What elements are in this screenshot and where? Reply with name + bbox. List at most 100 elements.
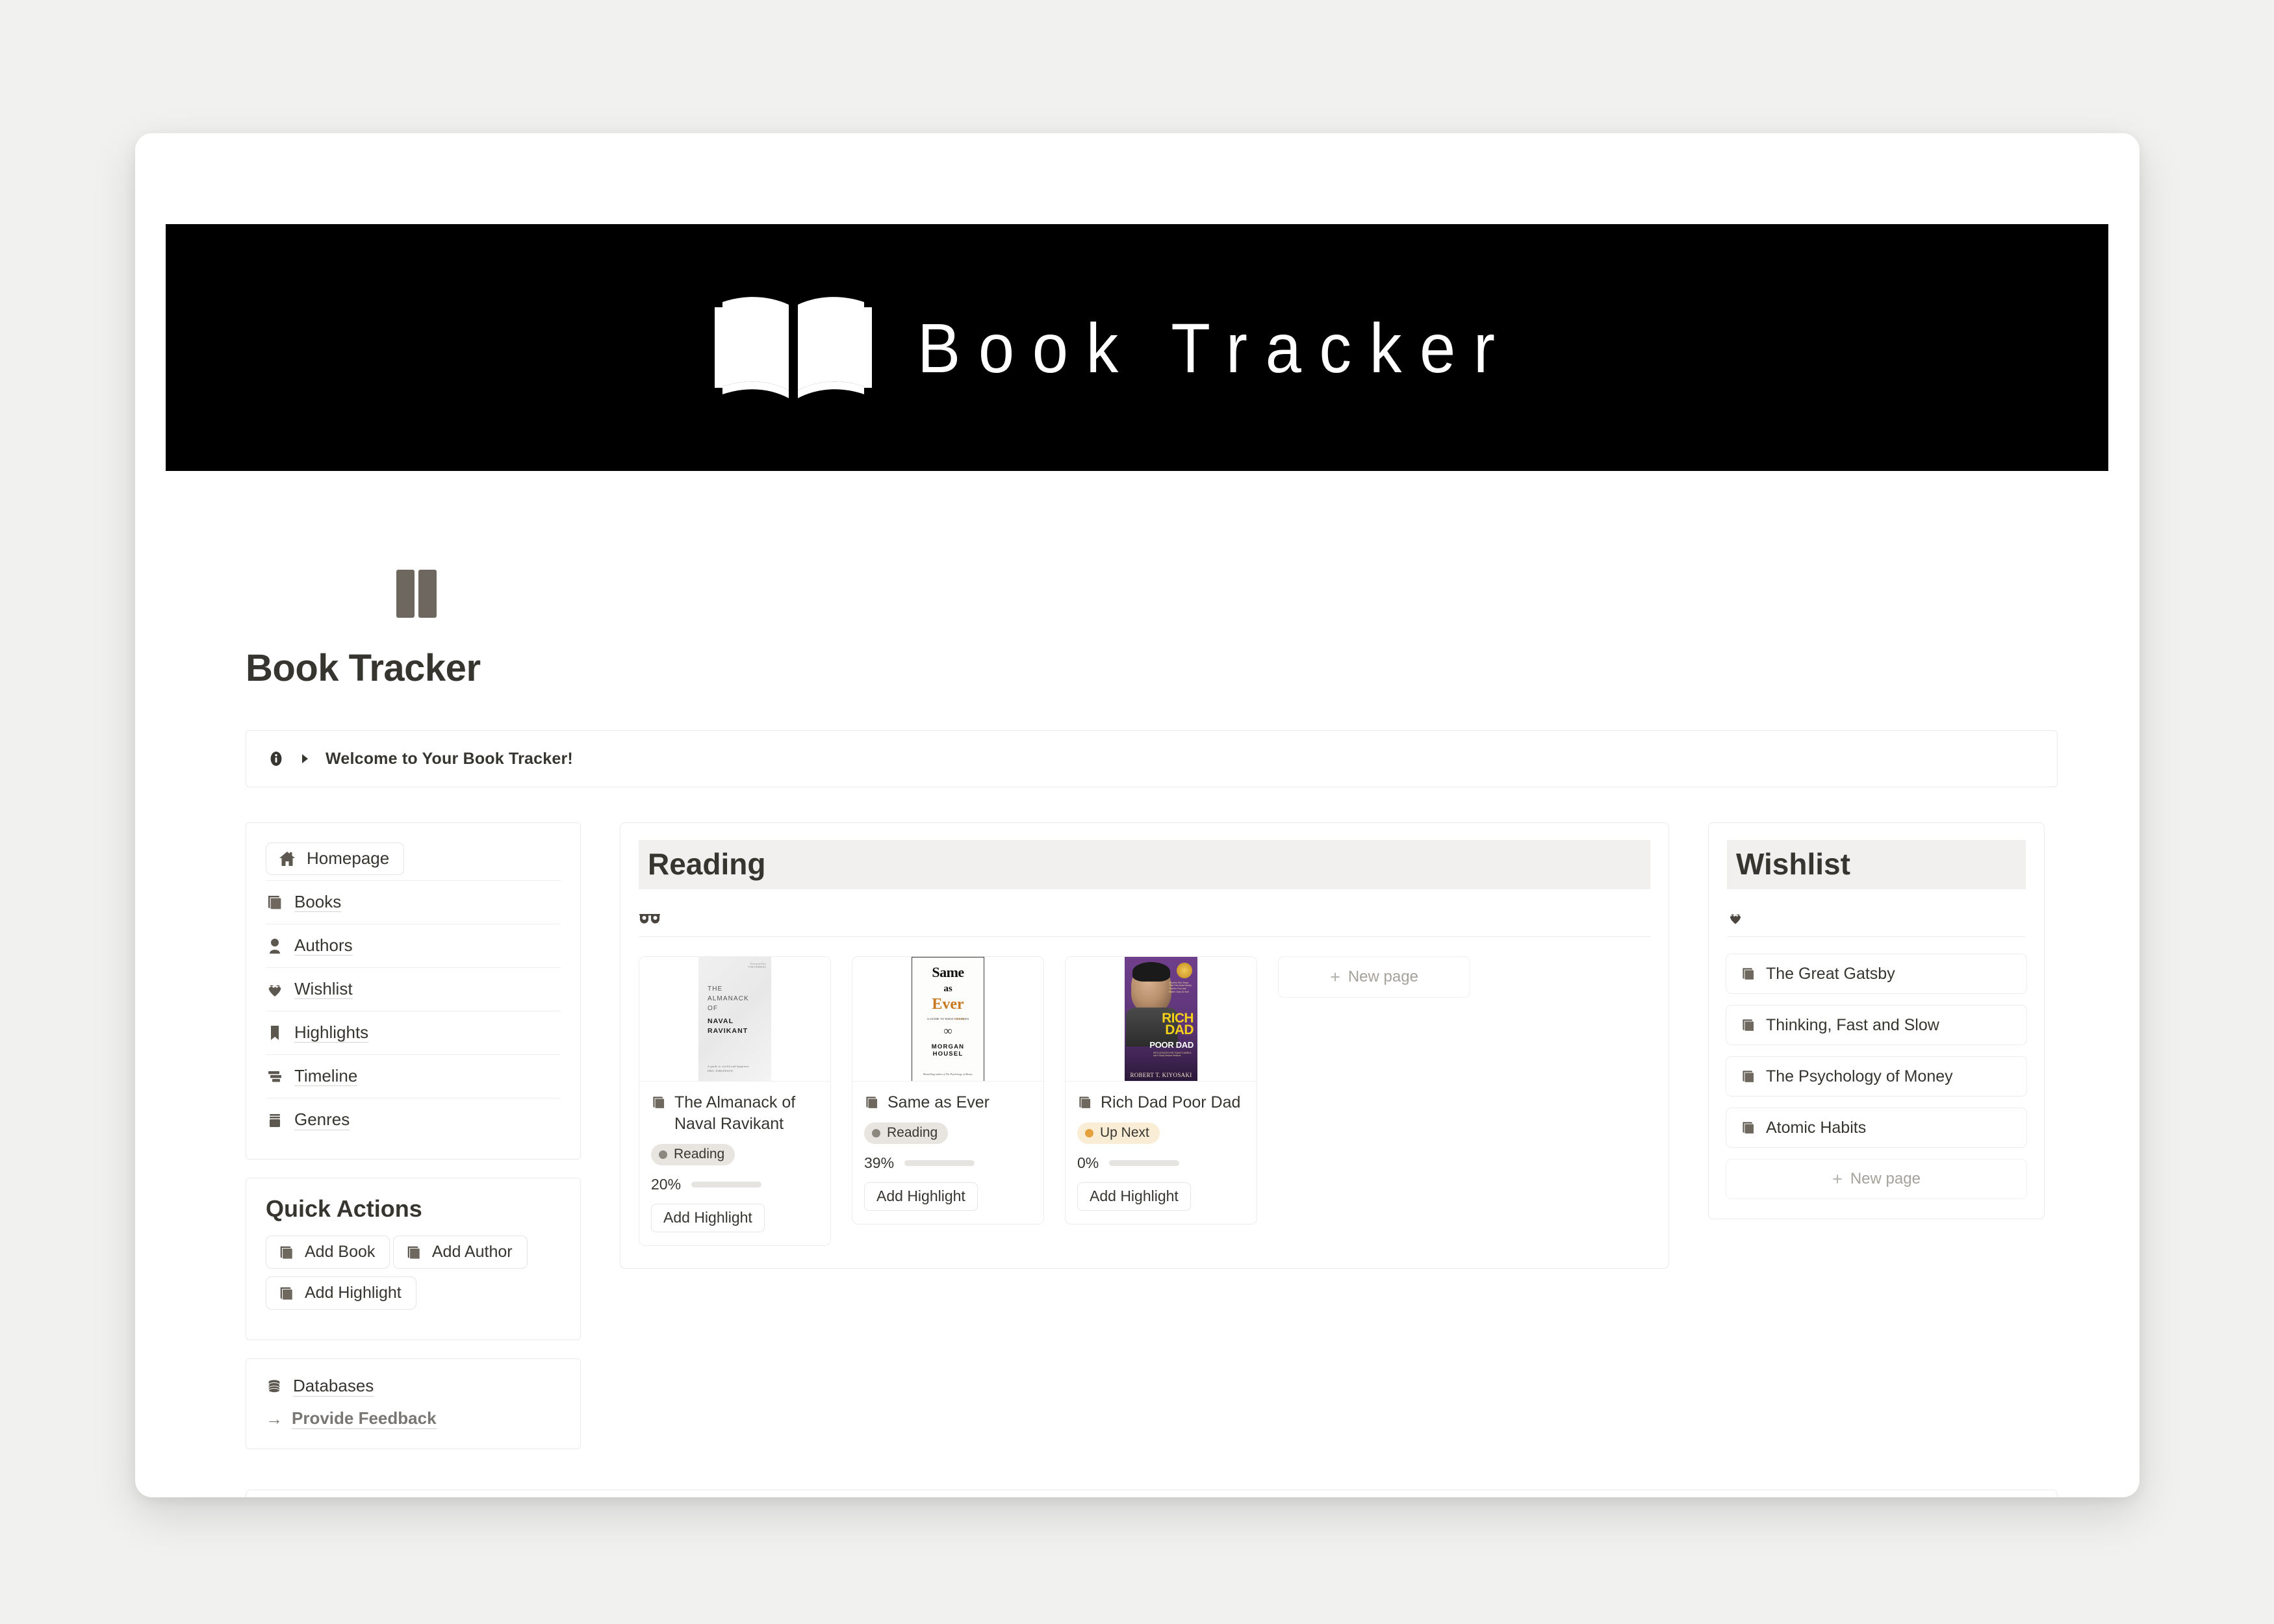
right-column: Wishlist The Great Gatsby Thinking, Fast… [1708, 822, 2045, 1219]
book-card[interactable]: Foreword by TIM FERRISS THE ALMANACK OF NAV… [639, 956, 831, 1246]
wishlist-item-label: The Great Gatsby [1766, 964, 1895, 983]
sidebar-item-label: Wishlist [294, 978, 353, 1000]
list-item[interactable]: The Great Gatsby [1726, 954, 2027, 994]
progress-track [904, 1160, 975, 1166]
wishlist-heading: Wishlist [1727, 840, 2026, 889]
cover-art-rich-dad: What the Rich Teach Their Kids About Mone… [1125, 957, 1197, 1081]
book-card[interactable]: Same as Ever A GUIDE TO WHAT NEVER CHANG… [852, 956, 1044, 1224]
list-item[interactable]: The Psychology of Money [1726, 1056, 2027, 1097]
book-cover: What the Rich Teach Their Kids About Mone… [1066, 957, 1257, 1082]
sidebar-item-genres[interactable]: Genres [266, 1098, 561, 1142]
databases-label: Databases [293, 1376, 374, 1397]
book-icon [280, 1287, 293, 1300]
progress-label: 0% [1077, 1154, 1099, 1171]
wishlist-item-label: Thinking, Fast and Slow [1766, 1015, 1939, 1034]
sidebar-item-label: Homepage [307, 848, 390, 869]
cover-art-same-as-ever: Same as Ever A GUIDE TO WHAT NEVER CHANG… [912, 957, 984, 1081]
add-highlight-label: Add Highlight [305, 1284, 402, 1302]
status-label: Reading [674, 1147, 725, 1161]
navigation-panel: Homepage Books Authors Wishlist Highligh… [246, 822, 581, 1160]
database-icon [268, 1380, 280, 1393]
book-icon [1743, 1122, 1755, 1134]
callout-text: Welcome to Your Book Tracker! [326, 749, 573, 768]
list-item[interactable]: Atomic Habits [1726, 1108, 2027, 1148]
book-title: The Almanack of Naval Ravikant [674, 1093, 796, 1133]
page-cover-banner: Book Tracker [166, 224, 2108, 471]
quick-actions-panel: Quick Actions Add Book Add Author Add Hi… [246, 1178, 581, 1340]
progress-track [1109, 1160, 1180, 1166]
wishlist-item-label: The Psychology of Money [1766, 1067, 1953, 1085]
sidebar-item-label: Authors [294, 935, 353, 956]
collapsed-triangle-icon[interactable] [298, 752, 311, 765]
wishlist-items: The Great Gatsby Thinking, Fast and Slow [1709, 937, 2044, 1219]
wishlist-view-tabs[interactable] [1709, 889, 2044, 932]
databases-link[interactable]: Databases [266, 1376, 561, 1397]
sidebar-item-wishlist[interactable]: Wishlist [266, 968, 561, 1011]
sidebar-item-authors[interactable]: Authors [266, 924, 561, 968]
sidebar-item-label: Highlights [294, 1022, 369, 1043]
book-card[interactable]: What the Rich Teach Their Kids About Mone… [1065, 956, 1257, 1224]
middle-column: Reading Foreword by TIM FERRISS THE ALMA… [620, 822, 1669, 1269]
heart-gallery-icon[interactable] [1727, 910, 1744, 926]
book-icon [1743, 1071, 1755, 1083]
reading-heading: Reading [639, 840, 1650, 889]
status-badge: Reading [651, 1144, 735, 1165]
open-book-icon [714, 297, 872, 398]
book-title: Rich Dad Poor Dad [1101, 1093, 1241, 1111]
sidebar-item-label: Genres [294, 1110, 350, 1130]
left-column: Homepage Books Authors Wishlist Highligh… [246, 822, 581, 1449]
databases-panel: Databases → Provide Feedback [246, 1358, 581, 1449]
glasses-gallery-icon[interactable] [639, 910, 661, 926]
welcome-callout[interactable]: Welcome to Your Book Tracker! [246, 730, 2058, 787]
sidebar-item-timeline[interactable]: Timeline [266, 1055, 561, 1098]
quick-actions-title: Quick Actions [266, 1195, 422, 1222]
wishlist-item-label: Atomic Habits [1766, 1118, 1867, 1137]
book-icon [268, 896, 282, 910]
book-icon [653, 1097, 665, 1109]
sidebar-item-homepage[interactable]: Homepage [266, 837, 561, 881]
add-highlight-button[interactable]: Add Highlight [266, 1276, 416, 1310]
status-dot [872, 1128, 880, 1137]
plus-icon: + [1832, 1169, 1843, 1189]
sidebar-item-books[interactable]: Books [266, 881, 561, 924]
status-badge: Up Next [1077, 1123, 1160, 1144]
cover-art-almanack: Foreword by TIM FERRISS THE ALMANACK OF NAV… [698, 957, 771, 1081]
status-label: Up Next [1100, 1125, 1149, 1140]
progress-row: 39% [864, 1154, 1032, 1172]
list-item[interactable]: Thinking, Fast and Slow [1726, 1005, 2027, 1045]
sidebar-item-highlights[interactable]: Highlights [266, 1011, 561, 1055]
timeline-icon [268, 1071, 281, 1082]
sidebar-item-label: Timeline [294, 1065, 358, 1087]
progress-label: 20% [651, 1176, 682, 1193]
provide-feedback-link[interactable]: → Provide Feedback [266, 1408, 561, 1429]
arrow-right-icon: → [266, 1409, 283, 1428]
new-page-label: New page [1850, 1170, 1921, 1187]
book-cover: Same as Ever A GUIDE TO WHAT NEVER CHANG… [852, 957, 1043, 1082]
new-page-button[interactable]: + New page [1278, 956, 1470, 998]
home-icon [279, 851, 295, 866]
book-icon [407, 1246, 420, 1260]
reading-view-tabs[interactable] [620, 889, 1668, 932]
add-highlight-button[interactable]: Add Highlight [1077, 1182, 1191, 1211]
page-body: Book Tracker Welcome to Your Book Tracke… [135, 484, 2140, 1497]
status-label: Reading [887, 1125, 938, 1140]
progress-row: 0% [1077, 1154, 1245, 1172]
recently-added-database-panel: Recently Added F. ScottFitzg [246, 1490, 2058, 1497]
wishlist-database-panel: Wishlist The Great Gatsby Thinking, Fast… [1708, 822, 2045, 1219]
progress-row: 20% [651, 1176, 819, 1193]
reading-database-panel: Reading Foreword by TIM FERRISS THE ALMA… [620, 822, 1669, 1269]
add-highlight-button[interactable]: Add Highlight [651, 1204, 765, 1232]
status-badge: Reading [864, 1123, 949, 1144]
add-book-button[interactable]: Add Book [266, 1236, 390, 1269]
new-page-button[interactable]: + New page [1726, 1159, 2027, 1199]
bookmark-icon [271, 1026, 279, 1040]
add-highlight-button[interactable]: Add Highlight [864, 1182, 978, 1211]
add-author-label: Add Author [431, 1243, 513, 1261]
page-title: Book Tracker [246, 647, 481, 689]
archive-icon [270, 1113, 280, 1127]
add-author-button[interactable]: Add Author [392, 1236, 528, 1269]
add-book-label: Add Book [305, 1243, 376, 1261]
new-page-label: New page [1348, 968, 1418, 985]
plus-icon: + [1330, 967, 1340, 987]
status-dot [1085, 1128, 1093, 1137]
